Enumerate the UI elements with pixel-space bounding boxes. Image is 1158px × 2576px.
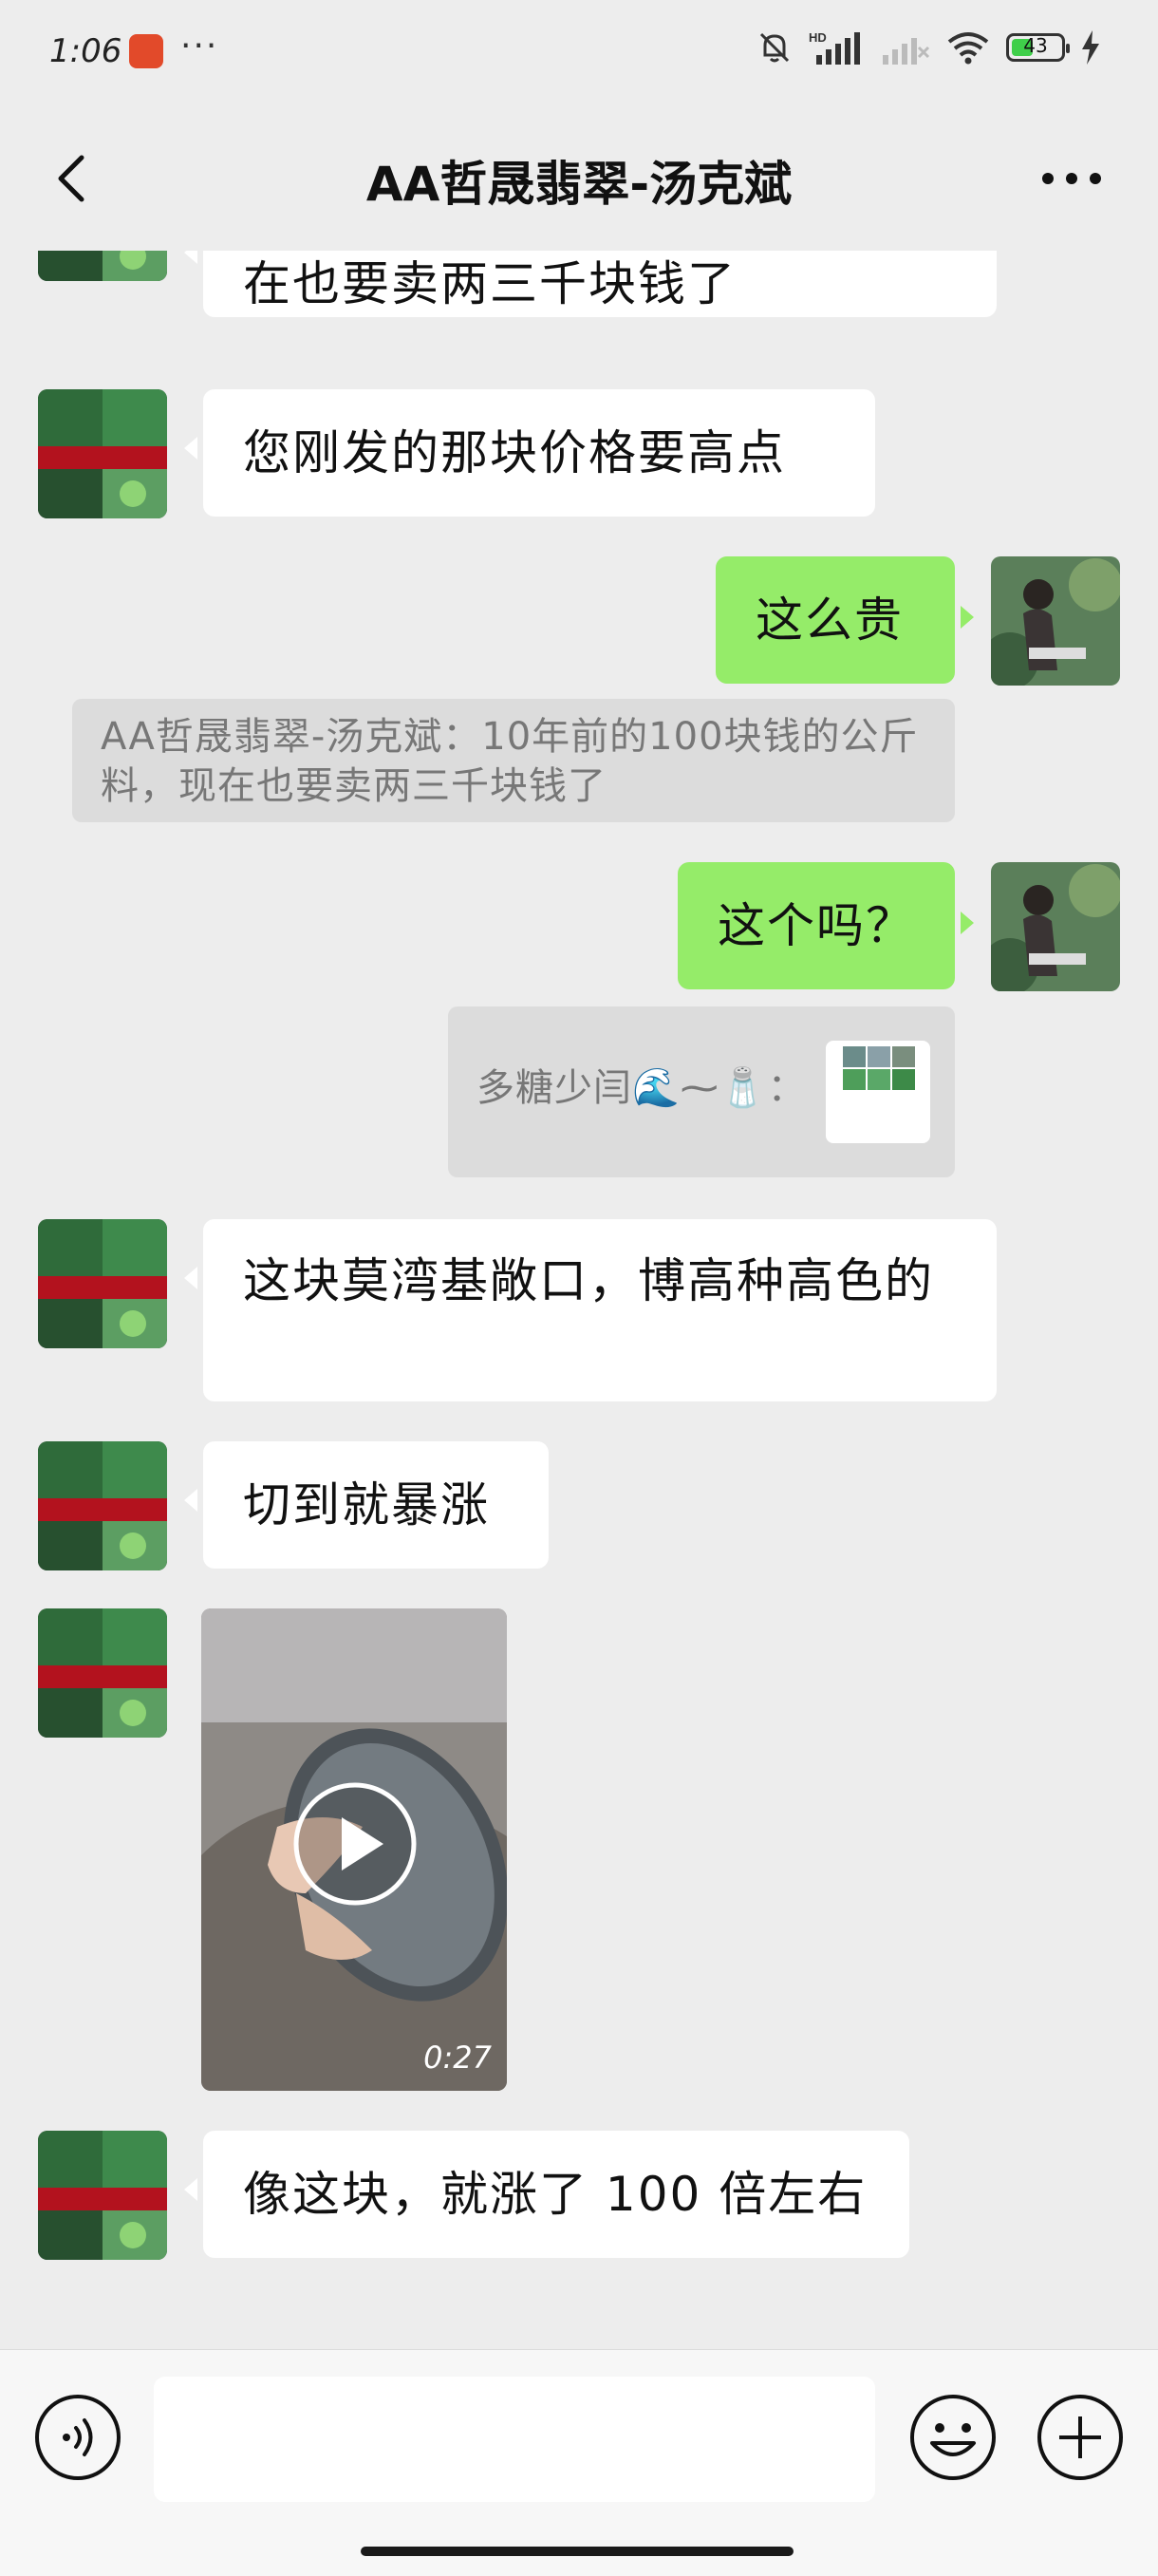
emoji-icon[interactable] [907, 2392, 999, 2483]
avatar-me[interactable] [991, 556, 1120, 686]
jade-avatar-image [38, 1219, 167, 1348]
quoted-text: AA哲晟翡翠-汤克斌：10年前的100块钱的公斤料，现在也要卖两三千块钱了 [101, 715, 919, 808]
chat-title: AA哲晟翡翠-汤克斌 [365, 157, 793, 212]
battery-icon: 43 [1006, 33, 1070, 62]
quoted-image-message[interactable]: 多糖少闫🌊⁓🧂： [448, 1006, 955, 1177]
avatar-seller[interactable] [38, 251, 167, 281]
message-bubble-incoming[interactable]: 这块莫湾基敞口，博高种高色的 [184, 1219, 997, 1401]
message-bubble-incoming[interactable]: 像这块，就涨了 100 倍左右 [184, 2131, 909, 2258]
message-bubble-outgoing[interactable]: 这么贵 [716, 556, 974, 684]
app-notification-icon [129, 34, 163, 68]
jade-avatar-image [38, 1441, 167, 1570]
avatar-seller[interactable] [38, 389, 167, 518]
quoted-sender: 多糖少闫🌊⁓🧂： [476, 1066, 807, 1110]
user-avatar-image [991, 862, 1120, 991]
message-text: 在也要卖两三千块钱了 [243, 256, 737, 311]
message-text: 您刚发的那块价格要高点 [243, 425, 786, 480]
charging-icon [1082, 30, 1099, 65]
jade-avatar-image [38, 251, 167, 281]
quoted-message[interactable]: AA哲晟翡翠-汤克斌：10年前的100块钱的公斤料，现在也要卖两三千块钱了 [72, 699, 955, 822]
message-list[interactable]: 在也要卖两三千块钱了 您刚发的那块价格要高点 这么贵 AA哲晟翡翠-汤克斌：10… [0, 251, 1158, 2349]
quoted-image-thumbnail[interactable] [826, 1041, 930, 1143]
message-bubble-outgoing[interactable]: 这个吗？ [678, 862, 974, 989]
svg-text:HD: HD [809, 30, 827, 45]
battery-level: 43 [1023, 34, 1048, 57]
plus-icon[interactable] [1035, 2392, 1126, 2483]
mute-bell-icon [759, 32, 790, 63]
message-bubble-incoming[interactable]: 在也要卖两三千块钱了 [184, 251, 997, 317]
video-duration: 0:27 [423, 2040, 492, 2076]
avatar-seller[interactable] [38, 1219, 167, 1348]
jade-avatar-image [38, 1608, 167, 1738]
status-bar: 1:06 ··· HD 43 [0, 0, 1158, 106]
voice-icon[interactable] [32, 2392, 123, 2483]
status-time: 1:06 [49, 32, 122, 70]
video-message[interactable]: 0:27 [201, 1608, 507, 2091]
jade-avatar-image [38, 2131, 167, 2260]
play-icon[interactable] [290, 1779, 420, 1908]
chat-header: AA哲晟翡翠-汤克斌 [0, 106, 1158, 251]
jade-avatar-image [38, 389, 167, 518]
avatar-seller[interactable] [38, 1608, 167, 1738]
more-notifications-icon: ··· [180, 27, 219, 66]
user-avatar-image [991, 556, 1120, 686]
avatar-seller[interactable] [38, 1441, 167, 1570]
avatar-seller[interactable] [38, 2131, 167, 2260]
home-indicator[interactable] [361, 2547, 794, 2556]
message-bubble-incoming[interactable]: 您刚发的那块价格要高点 [184, 389, 875, 517]
input-bar [0, 2349, 1158, 2576]
message-text: 切到就暴涨 [243, 1477, 490, 1532]
status-indicators: HD 43 [756, 28, 1101, 66]
message-text: 这个吗？ [718, 898, 915, 953]
signal-weak-icon [883, 38, 930, 65]
message-text: 像这块，就涨了 100 倍左右 [243, 2167, 868, 2222]
more-options-button[interactable] [1038, 152, 1105, 205]
avatar-me[interactable] [991, 862, 1120, 991]
signal-hd-icon: HD [809, 30, 860, 65]
message-text: 这么贵 [756, 592, 904, 648]
message-bubble-incoming[interactable]: 切到就暴涨 [184, 1441, 549, 1569]
message-input[interactable] [154, 2377, 875, 2502]
wifi-icon [947, 32, 989, 65]
message-text: 这块莫湾基敞口，博高种高色的 [243, 1253, 934, 1308]
